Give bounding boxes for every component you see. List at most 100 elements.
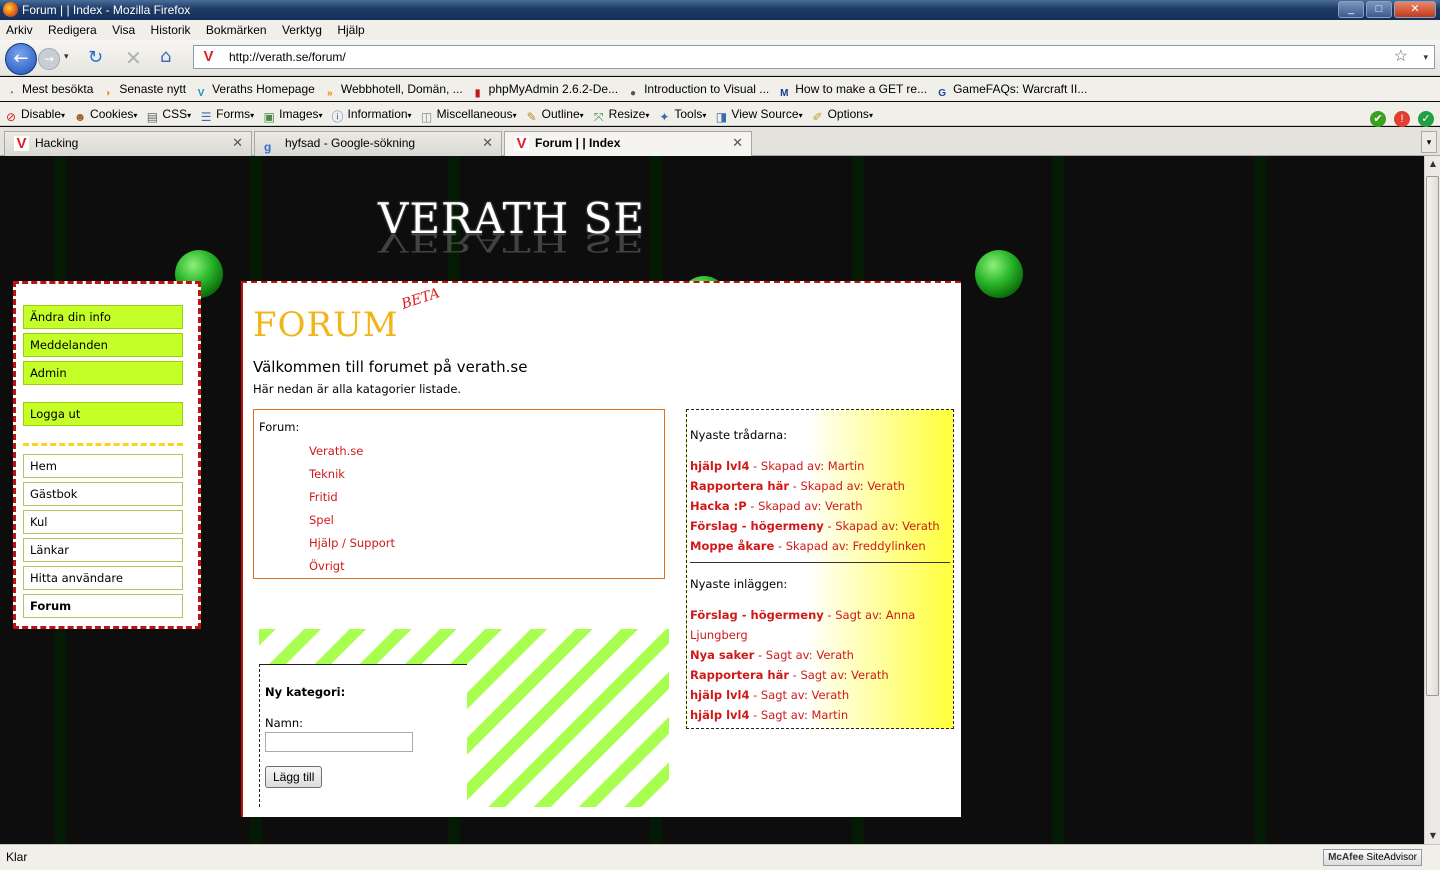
devtools-menu-images[interactable]: ▣ Images▾ <box>262 102 322 128</box>
welcome-heading: Välkommen till forumet på verath.se <box>253 358 528 376</box>
ok-icon[interactable]: ✓ <box>1418 111 1434 127</box>
thread-link[interactable]: Förslag - högermeny <box>690 519 824 533</box>
post-item: hjälp lvl4 - Sagt av: Verath <box>690 685 950 705</box>
post-link[interactable]: hjälp lvl4 <box>690 688 749 702</box>
devtools-menu-forms[interactable]: ☰ Forms▾ <box>199 102 254 128</box>
devtools-status-icons: ✔! ✓ <box>1362 102 1434 127</box>
vertical-scrollbar[interactable]: ▲ ▼ <box>1424 156 1440 844</box>
menu-historik[interactable]: Historik <box>145 20 197 40</box>
url-dropdown-icon[interactable]: ▾ <box>1423 46 1428 68</box>
back-button[interactable]: ← <box>5 43 37 75</box>
menu-home[interactable]: Hem <box>23 454 183 478</box>
item-meta: - Sagt av: Verath <box>754 648 854 662</box>
bookmark-item[interactable]: M How to make a GET re... <box>777 77 927 101</box>
menu-forum[interactable]: Forum <box>23 594 183 618</box>
devtools-menu-resize[interactable]: ⤧ Resize▾ <box>592 102 650 128</box>
menu-verktyg[interactable]: Verktyg <box>276 20 328 40</box>
reload-button[interactable]: ↻ <box>88 47 103 68</box>
tab-forum-index[interactable]: V Forum | | Index ✕ <box>504 131 752 157</box>
bookmark-item[interactable]: G GameFAQs: Warcraft II... <box>935 77 1087 101</box>
devtools-menu-disable[interactable]: ⊘ Disable▾ <box>4 102 65 128</box>
category-name-input[interactable] <box>265 732 413 752</box>
menu-redigera[interactable]: Redigera <box>42 20 103 40</box>
history-dropdown-icon[interactable]: ▾ <box>64 52 69 62</box>
thread-link[interactable]: Hacka :P <box>690 499 747 513</box>
home-button[interactable]: ⌂ <box>160 46 171 67</box>
dropdown-marker-icon: ▾ <box>133 111 138 120</box>
clock-icon: ◔ <box>7 88 15 99</box>
menu-messages[interactable]: Meddelanden <box>23 333 183 357</box>
menu-visa[interactable]: Visa <box>106 20 141 40</box>
close-window-button[interactable]: ✕ <box>1394 1 1436 18</box>
bookmark-item[interactable]: » Webbhotell, Domän, ... <box>323 77 463 101</box>
devtools-menu-cookies[interactable]: ☻ Cookies▾ <box>73 102 138 128</box>
mcafee-siteadvisor-button[interactable]: McAfee SiteAdvisor <box>1323 849 1422 866</box>
menu-arkiv[interactable]: Arkiv <box>0 20 39 40</box>
menu-edit-info[interactable]: Ändra din info <box>23 305 183 329</box>
forward-button[interactable]: → <box>38 48 60 70</box>
menu-logout[interactable]: Logga ut <box>23 402 183 426</box>
bookmark-label: How to make a GET re... <box>795 82 928 96</box>
scroll-down-icon[interactable]: ▼ <box>1426 828 1440 844</box>
post-item: Nya saker - Sagt av: Verath <box>690 645 950 665</box>
tab-close-icon[interactable]: ✕ <box>482 132 493 154</box>
menu-links[interactable]: Länkar <box>23 538 183 562</box>
add-category-button[interactable]: Lägg till <box>265 766 323 788</box>
menu-admin[interactable]: Admin <box>23 361 183 385</box>
tab-hacking[interactable]: V Hacking ✕ <box>4 131 252 156</box>
url-bar[interactable]: V http://verath.se/forum/ ☆ ▾ <box>193 45 1435 69</box>
thread-item: Förslag - högermeny - Skapad av: Verath <box>690 516 950 536</box>
devtools-menu-options[interactable]: ✐ Options▾ <box>811 102 873 128</box>
devtools-menu-tools[interactable]: ✦ Tools▾ <box>657 102 706 128</box>
tab-close-icon[interactable]: ✕ <box>232 132 243 154</box>
bookmark-item[interactable]: ▮ phpMyAdmin 2.6.2-De... <box>471 77 618 101</box>
scroll-thumb[interactable] <box>1426 176 1439 696</box>
post-link[interactable]: hjälp lvl4 <box>690 708 749 722</box>
tab-close-icon[interactable]: ✕ <box>732 132 743 154</box>
window-titlebar: Forum | | Index - Mozilla Firefox _ □ ✕ <box>0 0 1440 20</box>
bookmarks-toolbar: ◔ Mest besökta ◗ Senaste nytt V Veraths Homep… <box>0 77 1440 101</box>
tab-list-dropdown-icon[interactable]: ▾ <box>1421 131 1437 153</box>
bookmark-star-icon[interactable]: ☆ <box>1394 46 1408 68</box>
post-link[interactable]: Nya saker <box>690 648 754 662</box>
category-link[interactable]: Spel <box>309 509 659 532</box>
bookmark-item[interactable]: ◔ Mest besökta <box>4 77 93 101</box>
thread-link[interactable]: Rapportera här <box>690 479 789 493</box>
new-category-heading: Ny kategori: <box>265 685 346 699</box>
devtools-menu-label: Cookies <box>90 107 134 121</box>
stop-button[interactable]: ✕ <box>125 46 142 70</box>
category-link[interactable]: Övrigt <box>309 555 659 578</box>
error-icon[interactable]: ! <box>1394 111 1410 127</box>
bookmark-item[interactable]: V Veraths Homepage <box>194 77 315 101</box>
thread-link[interactable]: Moppe åkare <box>690 539 774 553</box>
devtools-menu-outline[interactable]: ✎ Outline▾ <box>525 102 584 128</box>
tab-google-search[interactable]: g hyfsad - Google-sökning ✕ <box>254 131 502 156</box>
devtools-menu-information[interactable]: ⓘ Information▾ <box>331 102 412 128</box>
devtools-menu-miscellaneous[interactable]: ◫ Miscellaneous▾ <box>420 102 517 128</box>
category-link[interactable]: Teknik <box>309 463 659 486</box>
item-meta: - Skapad av: Verath <box>746 499 863 513</box>
menu-guestbook[interactable]: Gästbok <box>23 482 183 506</box>
category-link[interactable]: Hjälp / Support <box>309 532 659 555</box>
scroll-up-icon[interactable]: ▲ <box>1426 156 1440 172</box>
maximize-button[interactable]: □ <box>1366 1 1392 18</box>
item-meta: - Skapad av: Freddylinken <box>774 539 926 553</box>
menu-hjalp[interactable]: Hjälp <box>331 20 370 40</box>
dropdown-marker-icon: ▾ <box>798 111 803 120</box>
devtools-menu-css[interactable]: ▤ CSS▾ <box>145 102 191 128</box>
bookmark-item[interactable]: ◗ Senaste nytt <box>101 77 186 101</box>
category-link[interactable]: Fritid <box>309 486 659 509</box>
devtools-menu-label: Images <box>279 107 319 121</box>
post-link[interactable]: Rapportera här <box>690 668 789 682</box>
valid-check-icon[interactable]: ✔ <box>1370 111 1386 127</box>
thread-link[interactable]: hjälp lvl4 <box>690 459 749 473</box>
menu-fun[interactable]: Kul <box>23 510 183 534</box>
category-link[interactable]: Verath.se <box>309 440 659 463</box>
devtools-menu-view-source[interactable]: ◨ View Source▾ <box>714 102 803 128</box>
minimize-button[interactable]: _ <box>1338 1 1364 18</box>
url-text[interactable]: http://verath.se/forum/ <box>229 50 346 64</box>
post-link[interactable]: Förslag - högermeny <box>690 608 824 622</box>
menu-bokmarken[interactable]: Bokmärken <box>200 20 273 40</box>
menu-find-users[interactable]: Hitta användare <box>23 566 183 590</box>
bookmark-item[interactable]: ● Introduction to Visual ... <box>626 77 769 101</box>
